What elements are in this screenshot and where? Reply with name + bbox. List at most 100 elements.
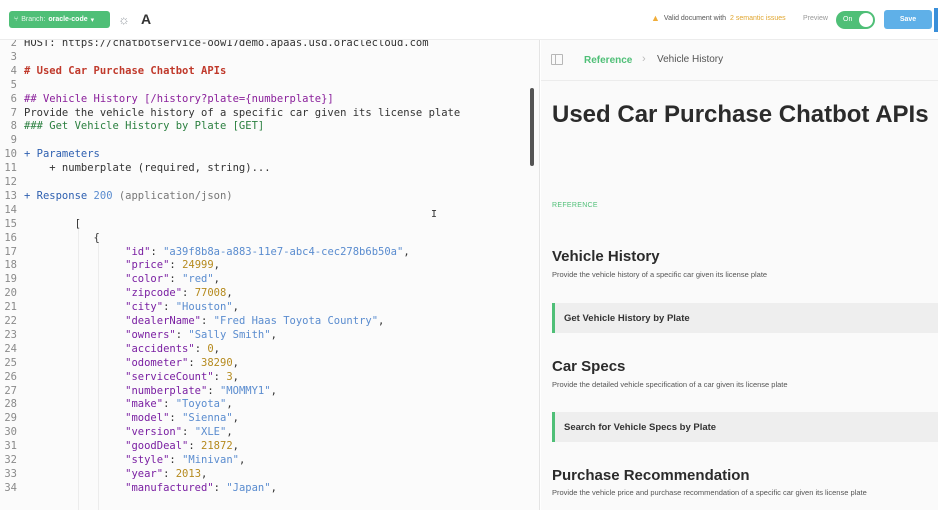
section-description: Provide the vehicle price and purchase r… (552, 488, 867, 497)
preview-label: Preview (803, 15, 828, 22)
code-line[interactable]: 26 "serviceCount": 3, (0, 370, 539, 384)
code-editor[interactable]: 2 HOST: https://chatbotservice-oow17demo.… (0, 40, 540, 510)
code-token: "Japan" (226, 481, 271, 494)
code-line[interactable]: 25 "odometer": 38290, (0, 356, 539, 370)
code-token: , (232, 356, 239, 369)
code-token: : (169, 454, 183, 466)
line-number: 32 (4, 454, 17, 466)
code-line[interactable]: 3 (0, 50, 539, 64)
code-line[interactable]: 2 HOST: https://chatbotservice-oow17demo.… (0, 40, 539, 50)
code-line[interactable]: 15 [ (0, 217, 539, 231)
section-title[interactable]: Purchase Recommendation (552, 467, 750, 484)
code-line[interactable]: 30 "version": "XLE", (0, 425, 539, 439)
code-line[interactable]: 19 "color": "red", (0, 272, 539, 286)
code-line[interactable]: 20 "zipcode": 77008, (0, 286, 539, 300)
code-token: # Used Car Purchase Chatbot APIs (24, 64, 227, 77)
toggle-knob (859, 13, 873, 27)
validity-text: Valid document with (663, 14, 727, 22)
code-line[interactable]: 23 "owners": "Sally Smith", (0, 328, 539, 342)
code-line[interactable]: 32 "style": "Minivan", (0, 453, 539, 467)
code-token: 200 (93, 189, 113, 202)
code-line[interactable]: 12 (0, 175, 539, 189)
code-token: , (226, 398, 233, 411)
breadcrumb-reference[interactable]: Reference (584, 55, 632, 66)
code-token: , (270, 481, 277, 494)
branch-icon: ⑂ (14, 16, 19, 23)
code-line[interactable]: 11 + numberplate (required, string)... (0, 161, 539, 175)
sidebar-toggle-icon[interactable] (551, 54, 563, 65)
code-line[interactable]: 10 + Parameters (0, 147, 539, 161)
code-token: , (226, 287, 233, 300)
save-button[interactable]: Save (884, 10, 932, 29)
code-line[interactable]: 22 "dealerName": "Fred Haas Toyota Count… (0, 314, 539, 328)
code-line[interactable]: 14 (0, 203, 539, 217)
validity-issues-link[interactable]: 2 semantic issues (730, 15, 786, 22)
warning-icon: ▲ (651, 13, 660, 23)
theme-sun-icon[interactable]: ☼ (117, 13, 131, 27)
code-token: 77008 (194, 287, 227, 300)
code-token: : (188, 440, 202, 453)
code-line[interactable]: 31 "goodDeal": 21872, (0, 439, 539, 453)
code-token: [ (24, 217, 81, 230)
section-title[interactable]: Vehicle History (552, 248, 660, 265)
line-number: 12 (4, 176, 17, 188)
code-token: (application/json) (112, 189, 233, 202)
breadcrumb-current: Vehicle History (657, 54, 724, 65)
line-number: 34 (4, 481, 17, 494)
code-token: , (270, 328, 277, 341)
endpoint-link[interactable]: Get Vehicle History by Plate (552, 303, 938, 333)
endpoint-link[interactable]: Search for Vehicle Specs by Plate (552, 412, 938, 442)
line-number: 17 (4, 245, 17, 258)
validation-status[interactable]: ▲ Valid document with 2 semantic issues (651, 13, 786, 23)
line-number: 10 (4, 148, 17, 161)
code-line[interactable]: 27 "numberplate": "MOMMY1", (0, 384, 539, 398)
line-number: 6 (10, 92, 17, 105)
code-token: "zipcode" (24, 287, 183, 300)
code-line[interactable]: 9 (0, 133, 539, 147)
code-line[interactable]: 24 "accidents": 0, (0, 342, 539, 356)
code-token: "Minivan" (182, 454, 239, 466)
code-token: 24999 (182, 259, 214, 272)
line-number: 23 (4, 328, 17, 341)
line-number: 24 (4, 342, 17, 355)
code-token: "id" (24, 245, 151, 258)
chevron-down-icon: ▾ (90, 16, 95, 24)
code-line[interactable]: 4 # Used Car Purchase Chatbot APIs (0, 64, 539, 78)
code-line[interactable]: 6 ## Vehicle History [/history?plate={num… (0, 92, 539, 106)
code-token: , (213, 273, 220, 286)
branch-selector[interactable]: ⑂ Branch: oracle-code ▾ (9, 11, 110, 28)
code-token: "dealerName" (24, 315, 202, 327)
line-number: 2 (10, 40, 17, 49)
code-line[interactable]: 34 "manufactured": "Japan", (0, 481, 539, 495)
code-line[interactable]: 29 "model": "Sienna", (0, 411, 539, 425)
code-token: "goodDeal" (24, 440, 189, 453)
code-token: , (232, 412, 239, 425)
code-token: "owners" (24, 328, 176, 341)
code-token: , (213, 259, 220, 272)
code-line[interactable]: 18 "price": 24999, (0, 258, 539, 272)
code-token: { (24, 231, 100, 244)
font-size-button[interactable]: A (141, 11, 151, 27)
code-line[interactable]: 33 "year": 2013, (0, 467, 539, 481)
section-title[interactable]: Car Specs (552, 358, 625, 375)
code-token: : (169, 412, 183, 425)
code-line[interactable]: 5 (0, 78, 539, 92)
code-token: "MOMMY1" (219, 384, 271, 397)
code-token: : (182, 287, 195, 300)
code-token: ## Vehicle History [/history?plate={numb… (24, 92, 334, 105)
section-description: Provide the detailed vehicle specificati… (552, 380, 788, 389)
code-line[interactable]: 28 "make": "Toyota", (0, 397, 539, 411)
code-line[interactable]: 16 { (0, 231, 539, 245)
docs-preview: Reference › Vehicle History Used Car Pur… (541, 40, 938, 510)
code-line[interactable]: 13 + Response 200 (application/json) (0, 189, 539, 203)
code-line[interactable]: 17 "id": "a39f8b8a-a883-11e7-abc4-cec278… (0, 245, 539, 259)
code-token: : (213, 370, 227, 383)
branch-value: oracle-code (48, 16, 88, 23)
code-line[interactable]: 21 "city": "Houston", (0, 300, 539, 314)
preview-toggle[interactable]: On (836, 11, 875, 29)
line-number: 13 (4, 189, 17, 202)
code-token: "price" (24, 259, 170, 272)
code-token: , (403, 245, 410, 258)
code-line[interactable]: 8 ### Get Vehicle History by Plate [GET] (0, 119, 539, 133)
code-line[interactable]: 7 Provide the vehicle history of a specif… (0, 106, 539, 120)
